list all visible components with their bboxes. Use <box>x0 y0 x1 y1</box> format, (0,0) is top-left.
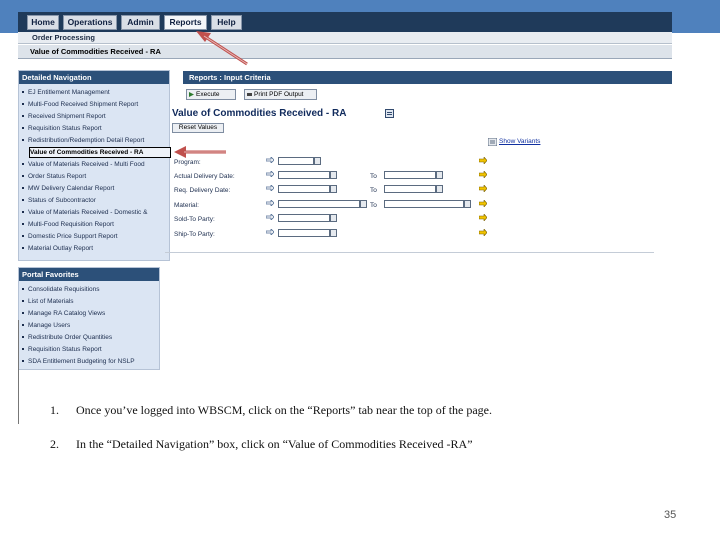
nav-item[interactable]: Domestic Price Support Report <box>22 232 168 241</box>
left-rule <box>18 320 19 424</box>
value-help-icon[interactable] <box>330 214 337 222</box>
nav-item[interactable]: Received Shipment Report <box>22 112 168 121</box>
nav-item[interactable]: Requisition Status Report <box>22 124 168 133</box>
nav-item[interactable]: Order Status Report <box>22 172 168 181</box>
multiple-selection-icon[interactable] <box>479 214 487 221</box>
ship-to-party-label: Ship-To Party: <box>174 231 215 238</box>
actual-delivery-date-to-label: To <box>370 173 377 180</box>
multiple-selection-icon[interactable] <box>479 185 487 192</box>
subnav-order-processing[interactable]: Order Processing <box>32 32 95 44</box>
execute-button[interactable]: Execute <box>186 89 236 100</box>
report-info-icon[interactable] <box>385 109 394 118</box>
input-criteria-title: Reports : Input Criteria <box>189 73 271 82</box>
detailed-navigation-panel: Detailed Navigation EJ Entitlement Manag… <box>18 70 171 261</box>
tab-home[interactable]: Home <box>27 15 59 30</box>
favorite-item[interactable]: Redistribute Order Quantities <box>22 333 158 342</box>
multiple-selection-icon[interactable] <box>479 229 487 236</box>
portal-favorites-title: Portal Favorites <box>22 270 79 279</box>
value-help-icon[interactable] <box>330 229 337 237</box>
right-arrow-icon[interactable] <box>266 229 274 235</box>
value-help-icon[interactable] <box>314 157 321 165</box>
right-arrow-icon[interactable] <box>266 157 274 163</box>
show-variants-icon <box>488 138 497 146</box>
top-menu-bar: Home Operations Admin Reports Help <box>18 12 672 32</box>
detailed-navigation-header: Detailed Navigation <box>19 71 169 84</box>
nav-item[interactable]: MW Delivery Calendar Report <box>22 184 168 193</box>
material-to-input[interactable] <box>384 200 464 208</box>
instruction-text: Once you’ve logged into WBSCM, click on … <box>76 403 493 417</box>
value-help-icon[interactable] <box>464 200 471 208</box>
favorite-item[interactable]: Consolidate Requisitions <box>22 285 158 294</box>
req-delivery-date-label: Req. Delivery Date: <box>174 187 231 194</box>
right-arrow-icon[interactable] <box>266 185 274 191</box>
tab-help[interactable]: Help <box>211 15 242 30</box>
req-delivery-date-from-input[interactable] <box>278 185 330 193</box>
nav-item[interactable]: Redistribution/Redemption Detail Report <box>22 136 168 145</box>
portal-favorites-header: Portal Favorites <box>19 268 159 281</box>
favorite-item[interactable]: Requisition Status Report <box>22 345 158 354</box>
multiple-selection-icon[interactable] <box>479 200 487 207</box>
calendar-icon[interactable] <box>436 171 443 179</box>
material-from-input[interactable] <box>278 200 360 208</box>
material-to-label: To <box>370 202 377 209</box>
tab-reports[interactable]: Reports <box>164 15 207 30</box>
wbscm-screenshot: Home Operations Admin Reports Help Order… <box>18 12 672 422</box>
detailed-navigation-body: EJ Entitlement Management Multi-Food Rec… <box>19 84 171 260</box>
criteria-divider <box>165 252 654 253</box>
nav-item[interactable]: Value of Materials Received - Multi Food <box>22 160 168 169</box>
nav-item[interactable]: EJ Entitlement Management <box>22 88 168 97</box>
tab-admin[interactable]: Admin <box>121 15 160 30</box>
printer-icon <box>247 93 252 96</box>
instruction-number: 2. <box>50 437 59 451</box>
calendar-icon[interactable] <box>436 185 443 193</box>
portal-favorites-body: Consolidate Requisitions List of Materia… <box>19 281 159 369</box>
program-label: Program: <box>174 159 201 166</box>
multiple-selection-icon[interactable] <box>479 171 487 178</box>
value-help-icon[interactable] <box>360 200 367 208</box>
nav-item[interactable]: Multi-Food Received Shipment Report <box>22 100 168 109</box>
actual-delivery-date-from-input[interactable] <box>278 171 330 179</box>
instruction-text: In the “Detailed Navigation” box, click … <box>76 437 473 451</box>
actual-delivery-date-to-input[interactable] <box>384 171 436 179</box>
nav-item[interactable]: Status of Subcontractor <box>22 196 168 205</box>
calendar-icon[interactable] <box>330 185 337 193</box>
page-number: 35 <box>664 509 677 521</box>
nav-item-value-of-commodities-received-ra[interactable]: Value of Commodities Received - RA <box>29 147 171 158</box>
calendar-icon[interactable] <box>330 171 337 179</box>
print-pdf-output-button[interactable]: Print PDF Output <box>244 89 317 100</box>
favorite-item[interactable]: Manage RA Catalog Views <box>22 309 158 318</box>
sold-to-party-input[interactable] <box>278 214 330 222</box>
right-arrow-icon[interactable] <box>266 200 274 206</box>
nav-item[interactable]: Multi-Food Requisition Report <box>22 220 168 229</box>
page-title-bar: Value of Commodities Received - RA <box>18 45 672 59</box>
favorite-item[interactable]: List of Materials <box>22 297 158 306</box>
report-title: Value of Commodities Received - RA <box>172 108 347 119</box>
portal-favorites-panel: Portal Favorites Consolidate Requisition… <box>18 267 160 370</box>
favorite-item[interactable]: SDA Entitlement Budgeting for NSLP <box>22 357 158 366</box>
right-arrow-icon[interactable] <box>266 214 274 220</box>
right-arrow-icon[interactable] <box>266 171 274 177</box>
multiple-selection-icon[interactable] <box>479 157 487 164</box>
execute-icon <box>189 92 194 97</box>
program-input[interactable] <box>278 157 314 165</box>
subnav-bar: Order Processing <box>18 32 672 44</box>
req-delivery-date-to-input[interactable] <box>384 185 436 193</box>
material-label: Material: <box>174 202 199 209</box>
show-variants-link[interactable]: Show Variants <box>499 138 540 145</box>
tab-operations[interactable]: Operations <box>63 15 117 30</box>
sold-to-party-label: Sold-To Party: <box>174 216 215 223</box>
favorite-item[interactable]: Manage Users <box>22 321 158 330</box>
page-title-bar-text: Value of Commodities Received - RA <box>30 47 161 56</box>
nav-item[interactable]: Value of Materials Received - Domestic & <box>22 208 168 217</box>
input-criteria-header: Reports : Input Criteria <box>183 71 672 84</box>
instruction-number: 1. <box>50 403 59 417</box>
nav-item[interactable]: Material Outlay Report <box>22 244 168 253</box>
ship-to-party-input[interactable] <box>278 229 330 237</box>
req-delivery-date-to-label: To <box>370 187 377 194</box>
reset-values-button[interactable]: Reset Values <box>172 123 224 133</box>
actual-delivery-date-label: Actual Delivery Date: <box>174 173 235 180</box>
detailed-navigation-title: Detailed Navigation <box>22 73 92 82</box>
